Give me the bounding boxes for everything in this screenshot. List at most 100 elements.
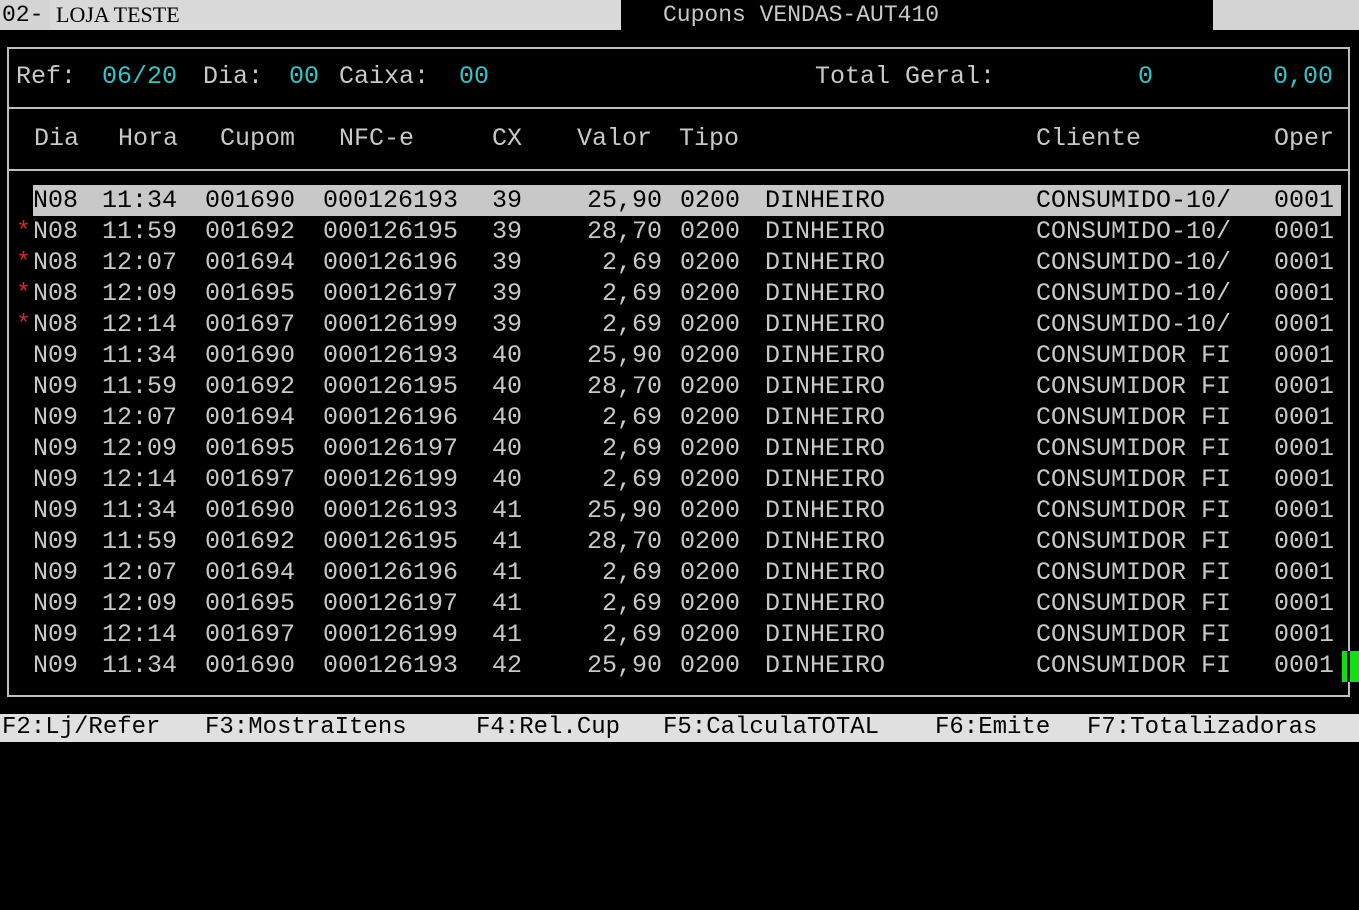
dia-value[interactable]: 00 xyxy=(289,62,319,92)
cell-cupom: 001692 xyxy=(205,217,296,246)
cell-nfce: 000126199 xyxy=(323,310,459,339)
fkey-f6[interactable]: F6:Emite xyxy=(935,714,1050,742)
cell-cx: 42 xyxy=(492,651,523,680)
fkey-f4[interactable]: F4:Rel.Cup xyxy=(476,714,620,742)
cell-valor: 2,69 xyxy=(601,248,662,277)
cell-oper: 0001 xyxy=(1274,186,1335,215)
cell-dia: N08 xyxy=(33,186,79,215)
cell-cupom: 001694 xyxy=(205,248,296,277)
cell-cliente: CONSUMIDO-10/ xyxy=(1036,248,1232,277)
cell-cupom: 001697 xyxy=(205,620,296,649)
cell-dia: N09 xyxy=(33,434,79,463)
caixa-value[interactable]: 00 xyxy=(459,62,489,92)
cell-cx: 39 xyxy=(492,310,523,339)
cell-cliente: CONSUMIDOR FI xyxy=(1036,620,1232,649)
table-row[interactable]: * N08 11:34 001690 000126193 39 25,90 0200 DINHE… xyxy=(0,185,1359,216)
table-row[interactable]: * N08 12:07 001694 000126196 39 2,69 0200 DINHEI… xyxy=(0,247,1359,278)
cell-cliente: CONSUMIDOR FI xyxy=(1036,589,1232,618)
col-header-valor: Valor xyxy=(577,124,653,153)
cell-dia: N09 xyxy=(33,403,79,432)
table-row[interactable]: * N08 12:14 001697 000126199 39 2,69 0200 DINHEI… xyxy=(0,309,1359,340)
dia-label: Dia: xyxy=(203,62,264,91)
fkey-f7[interactable]: F7:Totalizadoras xyxy=(1087,714,1317,742)
cell-cx: 39 xyxy=(492,279,523,308)
cell-cliente: CONSUMIDOR FI xyxy=(1036,465,1232,494)
cell-hora: 12:09 xyxy=(102,279,178,308)
col-header-cliente: Cliente xyxy=(1036,124,1142,153)
ref-value[interactable]: 06/20 xyxy=(102,62,177,92)
cell-nfce: 000126197 xyxy=(323,589,459,618)
table-row[interactable]: N09 11:59 001692 000126195 41 28,70 0200 DINHEI… xyxy=(0,526,1359,557)
fkey-f5[interactable]: F5:CalculaTOTAL xyxy=(663,714,879,742)
cell-nfce: 000126199 xyxy=(323,465,459,494)
table-row[interactable]: N09 12:14 001697 000126199 41 2,69 0200 DINHEIR… xyxy=(0,619,1359,650)
cell-pagamento: DINHEIRO xyxy=(765,217,886,246)
cell-oper: 0001 xyxy=(1274,496,1335,525)
cell-cliente: CONSUMIDOR FI xyxy=(1036,496,1232,525)
cell-tipo: 0200 xyxy=(680,310,741,339)
cell-pagamento: DINHEIRO xyxy=(765,310,886,339)
cell-hora: 12:14 xyxy=(102,620,178,649)
total-value: 0,00 xyxy=(1273,62,1334,91)
titlebar-gap xyxy=(621,0,661,30)
table-row[interactable]: * N08 11:59 001692 000126195 39 28,70 0200 DINHE… xyxy=(0,216,1359,247)
cell-nfce: 000126196 xyxy=(323,248,459,277)
cell-cliente: CONSUMIDO-10/ xyxy=(1036,279,1232,308)
cell-cx: 41 xyxy=(492,527,523,556)
cell-dia: N08 xyxy=(33,279,79,308)
cell-nfce: 000126197 xyxy=(323,279,459,308)
cell-cx: 39 xyxy=(492,248,523,277)
cell-oper: 0001 xyxy=(1274,372,1335,401)
cell-hora: 12:09 xyxy=(102,434,178,463)
table-row[interactable]: N09 11:34 001690 000126193 40 25,90 0200 DINHEI… xyxy=(0,340,1359,371)
col-header-cupom: Cupom xyxy=(220,124,296,153)
cell-cupom: 001694 xyxy=(205,558,296,587)
cell-hora: 11:59 xyxy=(102,217,178,246)
cell-nfce: 000126193 xyxy=(323,496,459,525)
row-mark: * xyxy=(16,279,32,308)
table-row[interactable]: N09 11:59 001692 000126195 40 28,70 0200 DINHEI… xyxy=(0,371,1359,402)
cell-oper: 0001 xyxy=(1274,403,1335,432)
cell-valor: 2,69 xyxy=(601,434,662,463)
cell-tipo: 0200 xyxy=(680,372,741,401)
cell-tipo: 0200 xyxy=(680,589,741,618)
cell-tipo: 0200 xyxy=(680,217,741,246)
cell-cupom: 001695 xyxy=(205,589,296,618)
cell-cx: 41 xyxy=(492,558,523,587)
cell-cupom: 001697 xyxy=(205,465,296,494)
cell-hora: 11:34 xyxy=(102,186,178,215)
cell-cx: 41 xyxy=(492,620,523,649)
cell-hora: 11:34 xyxy=(102,341,178,370)
cell-cx: 39 xyxy=(492,217,523,246)
cell-tipo: 0200 xyxy=(680,558,741,587)
row-mark: * xyxy=(16,217,32,246)
cell-cupom: 001695 xyxy=(205,279,296,308)
cell-tipo: 0200 xyxy=(680,527,741,556)
fkey-f2[interactable]: F2:Lj/Refer xyxy=(2,714,160,742)
text-cursor xyxy=(1342,651,1359,682)
cell-oper: 0001 xyxy=(1274,527,1335,556)
cell-oper: 0001 xyxy=(1274,341,1335,370)
table-row[interactable]: N09 12:07 001694 000126196 41 2,69 0200 DINHEIR… xyxy=(0,557,1359,588)
table-row[interactable]: N09 12:09 001695 000126197 41 2,69 0200 DINHEIR… xyxy=(0,588,1359,619)
cell-dia: N08 xyxy=(33,217,79,246)
cell-cliente: CONSUMIDOR FI xyxy=(1036,372,1232,401)
table-row[interactable]: N09 12:09 001695 000126197 40 2,69 0200 DINHEIR… xyxy=(0,433,1359,464)
cell-dia: N09 xyxy=(33,558,79,587)
cell-valor: 28,70 xyxy=(586,527,662,556)
cell-dia: N09 xyxy=(33,341,79,370)
table-row[interactable]: N09 12:07 001694 000126196 40 2,69 0200 DINHEIR… xyxy=(0,402,1359,433)
cell-cupom: 001692 xyxy=(205,372,296,401)
fkey-f3[interactable]: F3:MostraItens xyxy=(205,714,407,742)
cell-valor: 28,70 xyxy=(586,372,662,401)
table-row[interactable]: * N08 12:09 001695 000126197 39 2,69 0200 DINHEI… xyxy=(0,278,1359,309)
cell-cliente: CONSUMIDOR FI xyxy=(1036,434,1232,463)
cell-pagamento: DINHEIRO xyxy=(765,558,886,587)
cell-oper: 0001 xyxy=(1274,217,1335,246)
cell-dia: N08 xyxy=(33,248,79,277)
cell-hora: 12:07 xyxy=(102,248,178,277)
table-row[interactable]: N09 11:34 001690 000126193 41 25,90 0200 DINHEI… xyxy=(0,495,1359,526)
table-row[interactable]: N09 11:34 001690 000126193 42 25,90 0200 DINHEI… xyxy=(0,650,1359,681)
table-row[interactable]: N09 12:14 001697 000126199 40 2,69 0200 DINHEIR… xyxy=(0,464,1359,495)
cell-tipo: 0200 xyxy=(680,186,741,215)
